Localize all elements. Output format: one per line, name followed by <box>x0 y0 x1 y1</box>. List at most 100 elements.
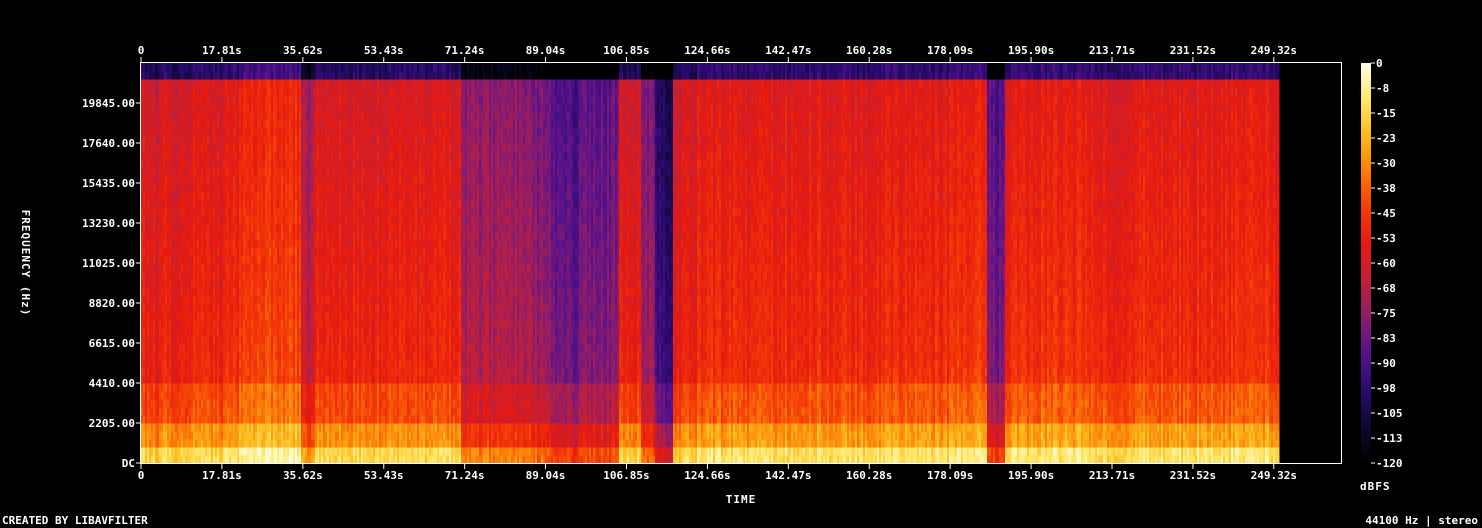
heat-cell <box>187 247 189 255</box>
heat-cell <box>167 383 169 391</box>
heat-cell <box>175 343 177 351</box>
heat-cell <box>169 247 171 255</box>
heat-cell <box>175 159 177 167</box>
heat-cell <box>165 367 167 375</box>
heat-cell <box>143 223 145 231</box>
heat-cell <box>151 351 153 359</box>
heat-cell <box>153 111 155 119</box>
heat-cell <box>169 87 171 95</box>
heat-cell <box>141 407 143 415</box>
heat-cell <box>161 175 163 183</box>
heat-cell <box>159 391 161 399</box>
heat-cell <box>189 399 191 407</box>
heat-cell <box>149 327 151 335</box>
heat-cell <box>145 175 147 183</box>
heat-cell <box>143 327 145 335</box>
heat-cell <box>181 239 183 247</box>
heat-cell <box>145 431 147 439</box>
heat-cell <box>153 151 155 159</box>
heat-cell <box>173 271 175 279</box>
heat-cell <box>163 287 165 295</box>
heat-cell <box>169 151 171 159</box>
heat-cell <box>159 239 161 247</box>
heat-cell <box>149 207 151 215</box>
heat-cell <box>171 79 173 87</box>
heat-cell <box>179 95 181 103</box>
heat-cell <box>147 311 149 319</box>
heat-cell <box>181 415 183 423</box>
heat-cell <box>149 431 151 439</box>
heat-cell <box>145 271 147 279</box>
heat-cell <box>163 279 165 287</box>
heat-cell <box>171 199 173 207</box>
heat-cell <box>185 119 187 127</box>
heat-cell <box>141 247 143 255</box>
heat-cell <box>167 327 169 335</box>
heat-cell <box>173 359 175 367</box>
heat-cell <box>181 335 183 343</box>
heat-cell <box>167 71 169 79</box>
heat-cell <box>177 423 179 431</box>
heat-cell <box>179 327 181 335</box>
heat-cell <box>185 279 187 287</box>
heat-cell <box>143 279 145 287</box>
heat-cell <box>151 335 153 343</box>
heat-cell <box>155 167 157 175</box>
heat-cell <box>179 127 181 135</box>
heat-cell <box>179 119 181 127</box>
heat-cell <box>181 399 183 407</box>
heat-cell <box>147 215 149 223</box>
heat-cell <box>153 183 155 191</box>
heat-cell <box>171 359 173 367</box>
heat-cell <box>177 327 179 335</box>
heat-cell <box>183 271 185 279</box>
heat-cell <box>169 319 171 327</box>
heat-cell <box>149 175 151 183</box>
heat-cell <box>169 375 171 383</box>
heat-cell <box>155 63 157 71</box>
heat-cell <box>147 271 149 279</box>
heat-cell <box>185 71 187 79</box>
heat-cell <box>181 183 183 191</box>
heat-cell <box>171 215 173 223</box>
heat-cell <box>175 335 177 343</box>
heat-cell <box>157 311 159 319</box>
heat-cell <box>167 319 169 327</box>
heat-cell <box>185 239 187 247</box>
heat-cell <box>171 279 173 287</box>
heat-cell <box>169 343 171 351</box>
heat-cell <box>173 223 175 231</box>
heat-cell <box>173 439 175 447</box>
heat-cell <box>157 119 159 127</box>
heat-cell <box>171 71 173 79</box>
heat-cell <box>185 151 187 159</box>
heat-cell <box>145 135 147 143</box>
heat-cell <box>169 359 171 367</box>
heat-cell <box>179 151 181 159</box>
heat-cell <box>177 63 179 71</box>
heat-cell <box>163 303 165 311</box>
heat-cell <box>171 167 173 175</box>
heat-cell <box>187 319 189 327</box>
heat-cell <box>177 159 179 167</box>
heat-cell <box>149 127 151 135</box>
heat-cell <box>179 71 181 79</box>
heat-cell <box>187 327 189 335</box>
heat-cell <box>189 279 191 287</box>
heat-cell <box>149 311 151 319</box>
heat-cell <box>159 111 161 119</box>
heat-cell <box>165 167 167 175</box>
heat-cell <box>165 415 167 423</box>
heat-cell <box>145 119 147 127</box>
heat-cell <box>189 263 191 271</box>
heat-cell <box>147 439 149 447</box>
heat-cell <box>151 263 153 271</box>
heat-cell <box>185 111 187 119</box>
heat-cell <box>173 311 175 319</box>
heat-cell <box>159 159 161 167</box>
heat-cell <box>149 143 151 151</box>
heat-cell <box>143 255 145 263</box>
heat-cell <box>185 175 187 183</box>
heat-cell <box>183 311 185 319</box>
heat-cell <box>173 247 175 255</box>
